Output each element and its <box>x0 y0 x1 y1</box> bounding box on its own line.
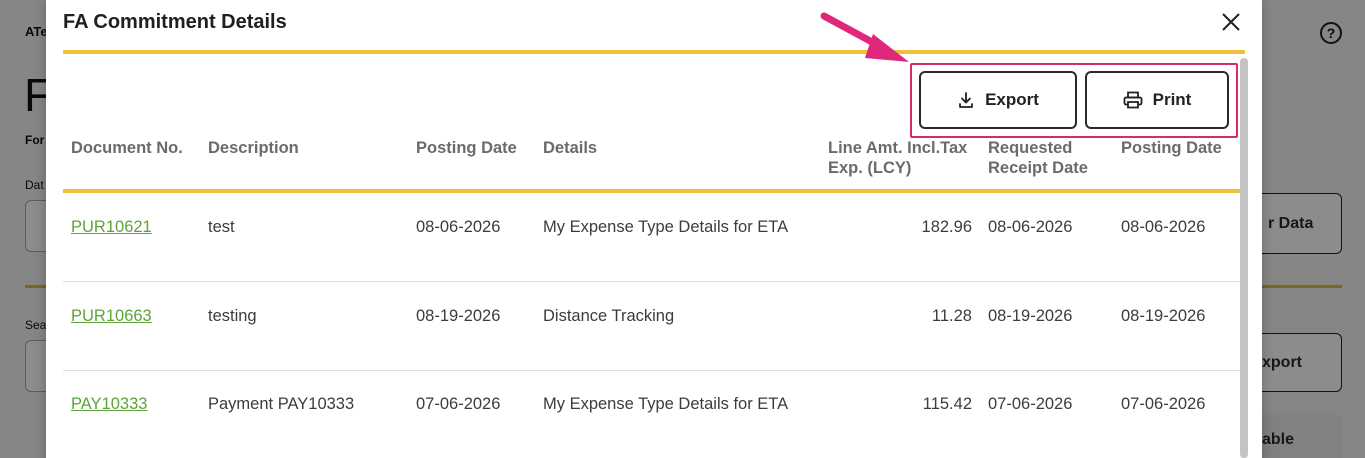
fa-commitment-modal: FA Commitment Details Export Print Docum… <box>46 0 1262 458</box>
requested-date-cell: 08-19-2026 <box>988 307 1073 325</box>
column-header-posting-date-2[interactable]: Posting Date <box>1121 138 1222 158</box>
header-divider <box>63 189 1245 193</box>
column-header-line-amount[interactable]: Line Amt. Incl.Tax Exp. (LCY) <box>828 138 978 178</box>
amount-cell: 115.42 <box>922 395 972 413</box>
title-divider <box>63 50 1245 54</box>
column-header-posting-date[interactable]: Posting Date <box>416 138 517 158</box>
posting-date-cell: 08-06-2026 <box>416 218 501 236</box>
amount-cell: 11.28 <box>931 307 972 325</box>
printer-icon <box>1123 91 1143 109</box>
description-cell: Payment PAY10333 <box>208 395 355 413</box>
print-button[interactable]: Print <box>1085 71 1229 129</box>
posting-date-cell: 08-19-2026 <box>416 307 501 325</box>
download-icon <box>959 92 973 108</box>
close-button[interactable] <box>1218 9 1244 35</box>
scrollbar-thumb[interactable] <box>1240 58 1248 458</box>
annotation-arrow-icon <box>820 12 909 62</box>
doc-link-row-2[interactable]: PUR10663 <box>71 307 152 326</box>
export-button[interactable]: Export <box>919 71 1077 129</box>
posting-date-2-cell: 08-19-2026 <box>1121 307 1206 325</box>
amount-cell: 182.96 <box>921 218 972 236</box>
posting-date-2-cell: 08-06-2026 <box>1121 218 1206 236</box>
posting-date-cell: 07-06-2026 <box>416 395 501 413</box>
close-icon <box>1222 13 1240 31</box>
row-divider <box>63 281 1245 282</box>
print-label: Print <box>1152 90 1192 109</box>
requested-date-cell: 07-06-2026 <box>988 395 1073 413</box>
description-cell: testing <box>208 307 257 325</box>
details-cell: My Expense Type Details for ETA <box>543 395 789 413</box>
column-header-description[interactable]: Description <box>208 138 299 158</box>
column-header-requested-receipt-date[interactable]: Requested Receipt Date <box>988 138 1108 178</box>
column-header-details[interactable]: Details <box>543 138 597 158</box>
posting-date-2-cell: 07-06-2026 <box>1121 395 1206 413</box>
doc-link-row-3[interactable]: PAY10333 <box>71 395 147 414</box>
export-label: Export <box>985 90 1039 109</box>
row-divider <box>63 370 1245 371</box>
column-header-document-no[interactable]: Document No. <box>71 138 183 158</box>
requested-date-cell: 08-06-2026 <box>988 218 1073 236</box>
details-cell: Distance Tracking <box>543 307 675 325</box>
details-cell: My Expense Type Details for ETA <box>543 218 789 236</box>
modal-scrollbar[interactable] <box>1240 58 1248 458</box>
description-cell: test <box>208 218 235 236</box>
doc-link-row-1[interactable]: PUR10621 <box>71 218 152 237</box>
modal-title: FA Commitment Details <box>63 11 287 33</box>
